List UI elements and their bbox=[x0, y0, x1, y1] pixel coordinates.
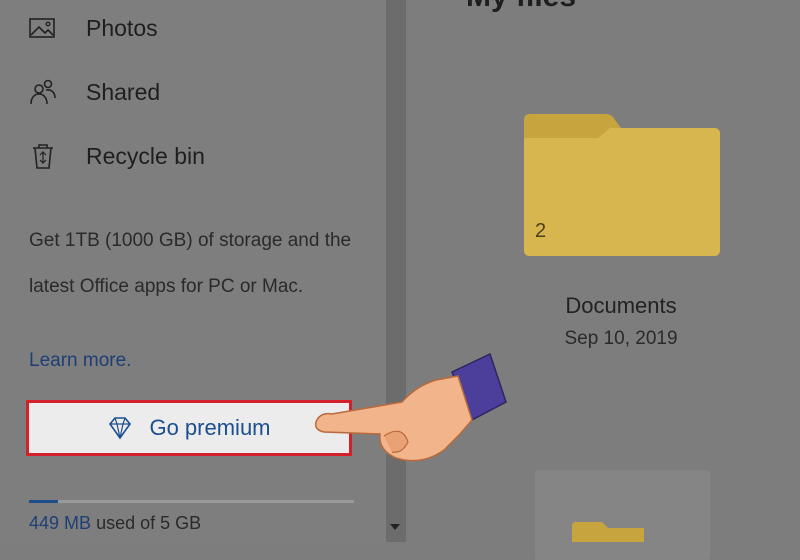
scroll-down-arrow[interactable] bbox=[390, 524, 400, 530]
folder-card-partial[interactable] bbox=[535, 470, 710, 560]
learn-more-link[interactable]: Learn more. bbox=[29, 350, 131, 372]
folder-name[interactable]: Documents bbox=[520, 293, 722, 319]
storage-promo-text: Get 1TB (1000 GB) of storage and the lat… bbox=[29, 230, 352, 297]
storage-progress-fill bbox=[29, 500, 59, 503]
sidebar-item-label: Shared bbox=[86, 78, 161, 105]
go-premium-button[interactable]: Go premium bbox=[26, 400, 352, 456]
folder-date: Sep 10, 2019 bbox=[564, 328, 678, 349]
pointing-hand-icon bbox=[314, 352, 507, 462]
recycle-bin-icon bbox=[28, 141, 58, 171]
sidebar-item-label: Recycle bin bbox=[86, 142, 205, 169]
sidebar-item-shared[interactable]: Shared bbox=[28, 72, 160, 112]
sidebar-item-recycle-bin[interactable]: Recycle bin bbox=[28, 136, 205, 176]
go-premium-label: Go premium bbox=[149, 415, 271, 440]
photo-icon bbox=[28, 13, 58, 43]
storage-usage-text: 449 MB used of 5 GB bbox=[29, 513, 201, 534]
folder-item-count: 2 bbox=[535, 220, 547, 242]
storage-progress-bar bbox=[29, 500, 354, 503]
folder-icon bbox=[572, 522, 644, 542]
sidebar-item-photos[interactable]: Photos bbox=[28, 8, 158, 48]
storage-used-amount[interactable]: 449 MB bbox=[29, 513, 91, 533]
people-icon bbox=[28, 77, 58, 107]
diamond-icon bbox=[107, 415, 133, 441]
sidebar-item-label: Photos bbox=[86, 14, 158, 41]
folder-documents[interactable] bbox=[520, 112, 722, 257]
page-title: My files bbox=[466, 0, 576, 14]
folder-icon bbox=[524, 114, 720, 256]
storage-total-label: used of 5 GB bbox=[96, 513, 202, 533]
